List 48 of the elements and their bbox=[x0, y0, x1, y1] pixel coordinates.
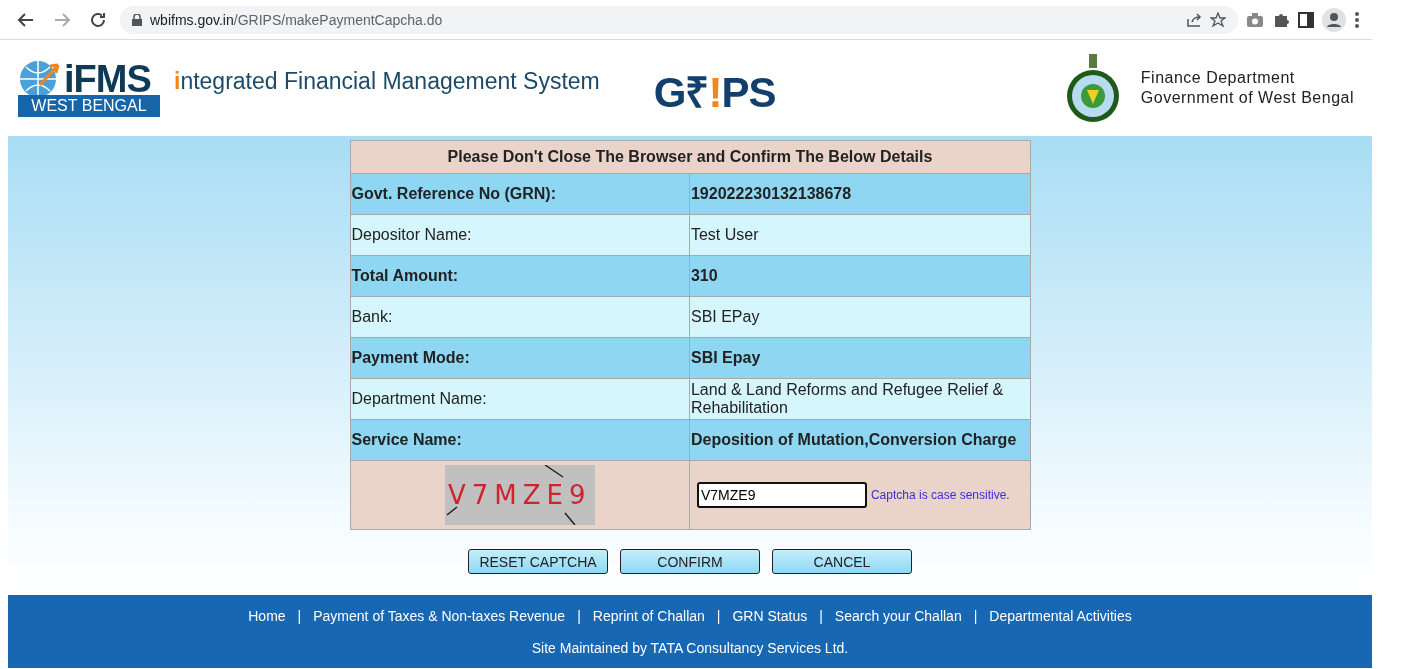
detail-value: Test User bbox=[689, 214, 1030, 256]
menu-icon[interactable] bbox=[1354, 10, 1360, 29]
side-panel-icon[interactable] bbox=[1298, 11, 1314, 28]
detail-value: SBI Epay bbox=[689, 337, 1030, 379]
star-icon[interactable] bbox=[1210, 11, 1226, 28]
system-title: integrated Financial Management System bbox=[174, 67, 600, 95]
details-heading: Please Don't Close The Browser and Confirm The Below Details bbox=[350, 140, 1030, 174]
detail-value: 192022230132138678 bbox=[689, 173, 1030, 215]
logo-subtitle: WEST BENGAL bbox=[18, 95, 160, 117]
action-button[interactable]: RESET CAPTCHA bbox=[468, 549, 608, 574]
detail-value: Deposition of Mutation,Conversion Charge bbox=[689, 419, 1030, 461]
department-text: Finance Department bbox=[1140, 68, 1296, 88]
share-icon[interactable] bbox=[1186, 11, 1202, 28]
address-bar[interactable]: wbifms.gov.in/GRIPS/makePaymentCapcha.do bbox=[120, 5, 1238, 34]
detail-label: Total Amount: bbox=[350, 255, 690, 297]
footer-link[interactable]: Reprint of Challan bbox=[592, 607, 705, 624]
department-text: Government of West Bengal bbox=[1140, 88, 1354, 108]
link-separator: | bbox=[716, 607, 721, 624]
grips-logo: G₹!PS bbox=[653, 67, 776, 118]
footer-link[interactable]: Search your Challan bbox=[834, 607, 962, 624]
lock-icon bbox=[132, 13, 142, 26]
link-separator: | bbox=[577, 607, 581, 624]
profile-avatar-icon[interactable] bbox=[1322, 7, 1346, 32]
site-credit: Site Maintained by TATA Consultancy Services Ltd. bbox=[531, 639, 849, 656]
url-text: wbifms.gov.in/GRIPS/makePaymentCapcha.do bbox=[150, 11, 443, 28]
captcha-image: V7MZE9 bbox=[444, 465, 595, 525]
detail-value: 310 bbox=[689, 255, 1030, 297]
camera-icon[interactable] bbox=[1246, 11, 1264, 28]
link-separator: | bbox=[297, 607, 302, 624]
state-emblem-icon bbox=[1064, 52, 1121, 124]
detail-label: Depositor Name: bbox=[350, 214, 690, 256]
link-separator: | bbox=[819, 607, 823, 624]
action-button[interactable]: CANCEL bbox=[772, 549, 912, 574]
detail-value: Land & Land Reforms and Refugee Relief & Rehabilitation bbox=[689, 378, 1030, 420]
action-button[interactable]: CONFIRM bbox=[620, 549, 760, 574]
link-separator: | bbox=[973, 607, 978, 624]
detail-value: SBI EPay bbox=[689, 296, 1030, 338]
captcha-hint: Captcha is case sensitive. bbox=[870, 488, 1010, 502]
detail-label: Department Name: bbox=[350, 378, 690, 420]
detail-label: Payment Mode: bbox=[350, 337, 690, 379]
footer-link[interactable]: GRN Status bbox=[732, 607, 808, 624]
footer-link[interactable]: Home bbox=[248, 607, 286, 624]
footer-link[interactable]: Departmental Activities bbox=[989, 607, 1132, 624]
captcha-input-field[interactable]: V7MZE9 bbox=[696, 482, 867, 508]
detail-label: Service Name: bbox=[350, 419, 690, 461]
detail-label: Govt. Reference No (GRN): bbox=[350, 173, 690, 215]
footer-link[interactable]: Payment of Taxes & Non-taxes Revenue bbox=[313, 607, 566, 624]
detail-label: Bank: bbox=[350, 296, 690, 338]
